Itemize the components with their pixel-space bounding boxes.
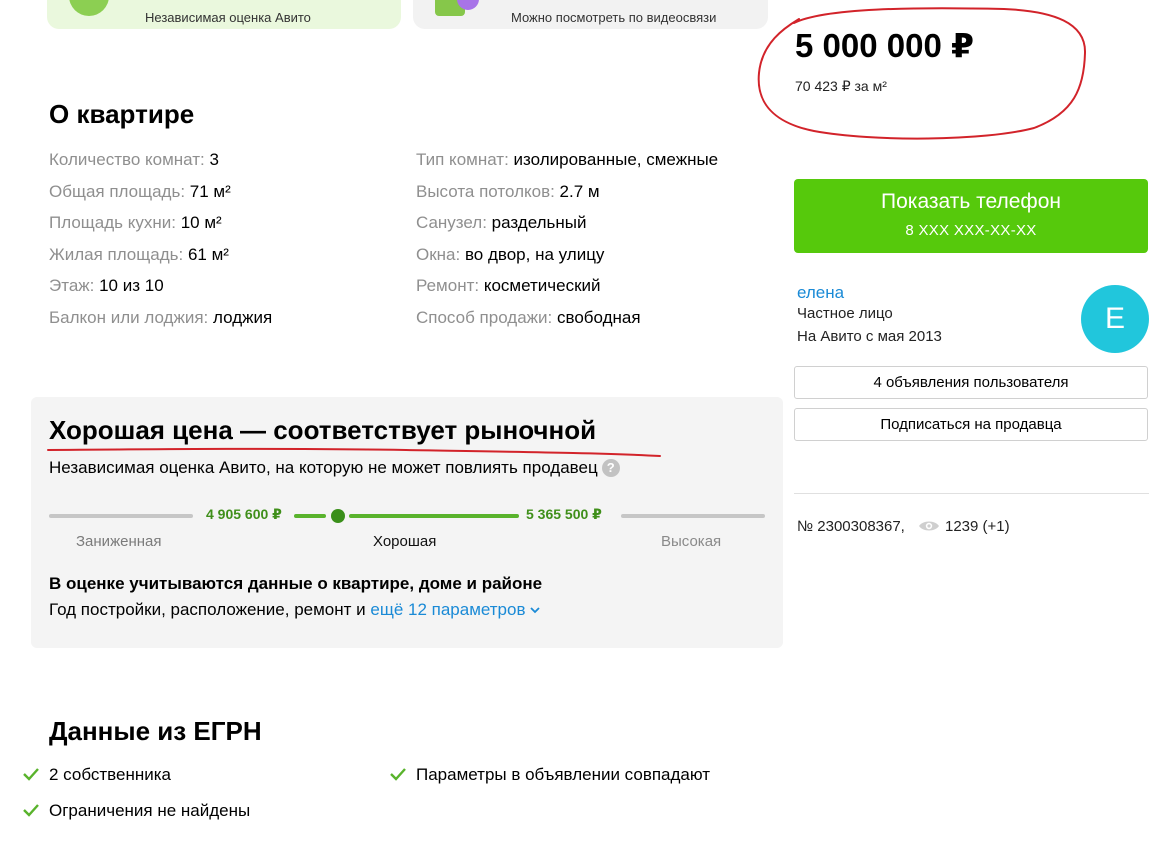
- views-count: 1239 (+1): [918, 518, 1010, 535]
- chevron-down-icon: [530, 607, 540, 614]
- egrn-restrictions: Ограничения не найдены: [49, 801, 251, 820]
- ad-number: № 2300308367,: [797, 518, 905, 535]
- question-icon[interactable]: ?: [601, 459, 620, 477]
- param-floor: Этаж: 10 из 10: [49, 276, 164, 295]
- avatar[interactable]: Е: [1081, 285, 1149, 353]
- scale-low-segment: [49, 514, 193, 518]
- scale-good-segment-right: [349, 514, 519, 518]
- range-low-value: 4 905 600 ₽: [206, 506, 282, 522]
- seller-since: На Авито с мая 2013: [797, 328, 942, 345]
- annotation-circle: [757, 7, 1087, 140]
- param-balcony: Балкон или лоджия: лоджия: [49, 308, 273, 327]
- param-sale-type: Способ продажи: свободная: [416, 308, 641, 327]
- param-living-area: Жилая площадь: 61 м²: [49, 245, 229, 264]
- scale-good-segment-left: [294, 514, 326, 518]
- shield-check-icon: [69, 0, 109, 16]
- check-icon: [390, 768, 406, 781]
- phone-masked: 8 XXX XXX-XX-XX: [905, 222, 1037, 239]
- check-icon: [23, 768, 39, 781]
- param-kitchen-area: Площадь кухни: 10 м²: [49, 213, 222, 232]
- egrn-owners: 2 собственника: [49, 765, 171, 784]
- param-ceiling-height: Высота потолков: 2.7 м: [416, 182, 600, 201]
- subscribe-seller-button[interactable]: Подписаться на продавца: [794, 408, 1148, 441]
- assessment-note: Год постройки, расположение, ремонт и ещ…: [49, 600, 540, 620]
- range-high-value: 5 365 500 ₽: [526, 506, 602, 522]
- label-low: Заниженная: [76, 533, 162, 550]
- label-good: Хорошая: [373, 533, 437, 550]
- param-rooms: Количество комнат: 3: [49, 150, 219, 169]
- price-assessment-panel: Хорошая цена — соответствует рыночной Не…: [31, 397, 783, 648]
- price-marker: [331, 509, 345, 523]
- param-total-area: Общая площадь: 71 м²: [49, 182, 231, 201]
- more-params-link[interactable]: ещё 12 параметров: [370, 600, 540, 619]
- assessment-note-title: В оценке учитываются данные о квартире, …: [49, 574, 543, 593]
- show-phone-button[interactable]: Показать телефон 8 XXX XXX-XX-XX: [794, 179, 1148, 253]
- egrn-params-match: Параметры в объявлении совпадают: [416, 765, 711, 784]
- video-call-icon: [435, 0, 479, 16]
- assessment-title: Хорошая цена — соответствует рыночной: [49, 415, 597, 445]
- param-renovation: Ремонт: косметический: [416, 276, 601, 295]
- param-room-type: Тип комнат: изолированные, смежные: [416, 150, 719, 169]
- eye-icon: [919, 521, 939, 531]
- show-phone-label: Показать телефон: [881, 190, 1061, 213]
- seller-listings-button[interactable]: 4 объявления пользователя: [794, 366, 1148, 399]
- promo-card-assessment[interactable]: Независимая оценка Авито: [47, 0, 401, 29]
- divider: [794, 493, 1149, 494]
- annotation-underline: [47, 447, 661, 457]
- seller-name-link[interactable]: елена: [797, 283, 844, 303]
- promo-text: Можно посмотреть по видеосвязи: [511, 10, 717, 25]
- param-windows: Окна: во двор, на улицу: [416, 245, 605, 264]
- scale-high-segment: [621, 514, 765, 518]
- about-title: О квартире: [49, 99, 195, 129]
- label-high: Высокая: [661, 533, 722, 550]
- promo-card-video[interactable]: Можно посмотреть по видеосвязи: [413, 0, 768, 29]
- assessment-subtitle: Независимая оценка Авито, на которую не …: [49, 458, 620, 478]
- param-bathroom: Санузел: раздельный: [416, 213, 587, 232]
- check-icon: [23, 804, 39, 817]
- egrn-title: Данные из ЕГРН: [49, 716, 262, 746]
- seller-type: Частное лицо: [797, 305, 893, 322]
- promo-text: Независимая оценка Авито: [145, 10, 311, 25]
